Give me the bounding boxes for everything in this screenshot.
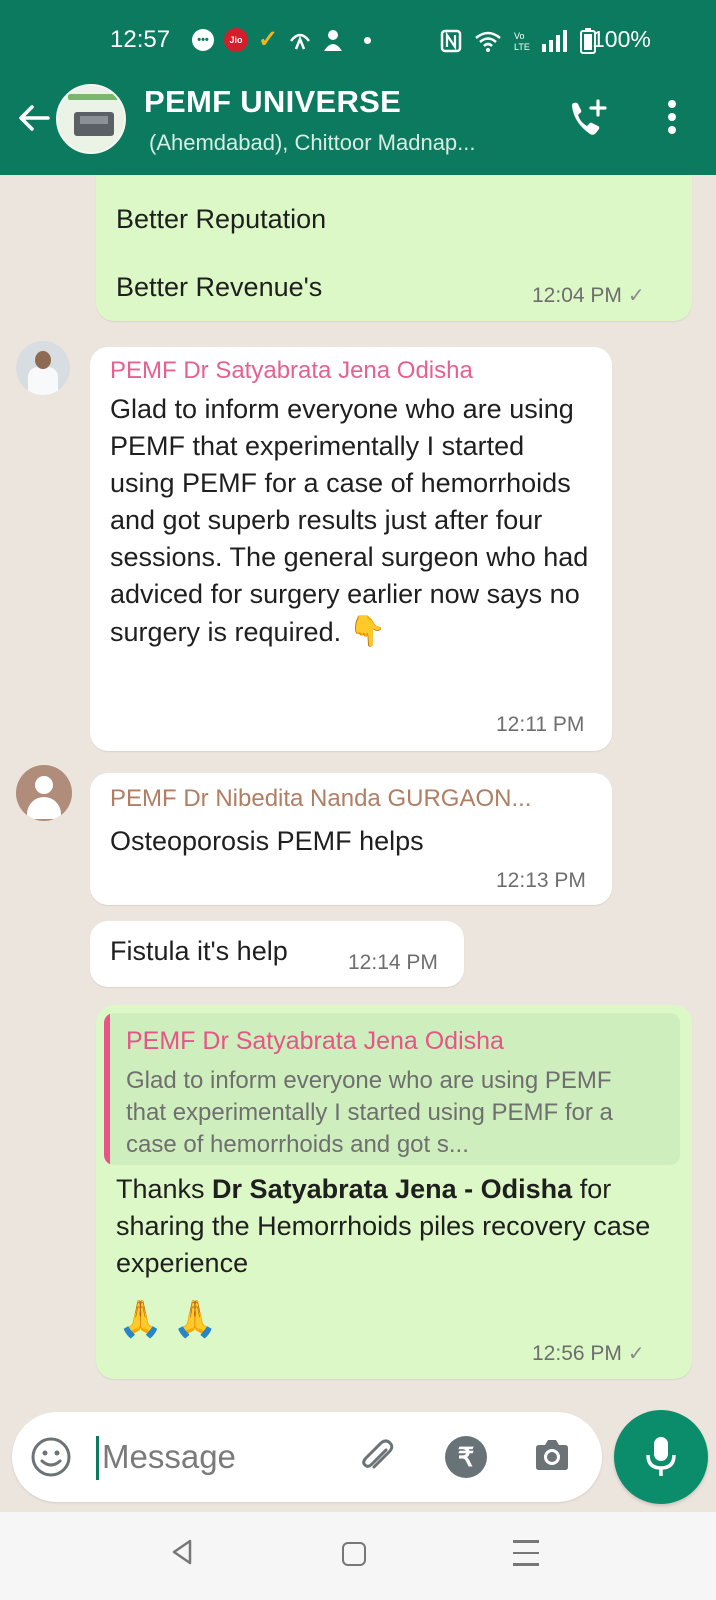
mentioned-name: Dr Satyabrata Jena - Odisha	[212, 1174, 573, 1204]
folded-hands-emoji: 🙏 🙏	[118, 1298, 218, 1339]
message-text: Thanks Dr Satyabrata Jena - Odisha for s…	[116, 1171, 656, 1282]
signal-icon	[542, 30, 567, 52]
message-text-prefix: Thanks	[116, 1174, 213, 1204]
voice-record-button[interactable]	[614, 1410, 708, 1504]
quoted-sender-name: PEMF Dr Satyabrata Jena Odisha	[126, 1027, 504, 1055]
back-arrow-icon[interactable]	[14, 98, 54, 138]
quoted-message[interactable]: PEMF Dr Satyabrata Jena Odisha Glad to i…	[104, 1013, 680, 1165]
sent-check-icon: ✓	[627, 1343, 645, 1365]
message-time: 12:11 PM	[496, 713, 585, 736]
message-bubble-incoming[interactable]: PEMF Dr Satyabrata Jena Odisha Glad to i…	[90, 347, 612, 751]
text-cursor	[96, 1436, 99, 1480]
message-text-line: Better Revenue's	[116, 272, 323, 302]
message-composer: ₹	[12, 1412, 602, 1502]
sender-name[interactable]: PEMF Dr Nibedita Nanda GURGAON...	[110, 785, 531, 813]
notification-icons: ••• Jio ✓	[192, 26, 372, 53]
svg-text:LTE: LTE	[514, 42, 530, 52]
message-time: 12:04 PM	[532, 284, 622, 307]
system-navigation-bar	[0, 1512, 716, 1600]
chat-header: PEMF UNIVERSE (Ahemdabad), Chittoor Madn…	[0, 78, 716, 173]
message-bubble-incoming[interactable]: PEMF Dr Nibedita Nanda GURGAON... Osteop…	[90, 773, 612, 905]
chat-notification-icon: •••	[192, 29, 214, 51]
system-icons: Vo LTE	[440, 28, 596, 54]
sender-avatar[interactable]	[16, 341, 70, 395]
checkmark-icon: ✓	[258, 26, 279, 53]
sent-check-icon: ✓	[627, 285, 645, 307]
wifi-icon	[475, 31, 501, 52]
hotspot-icon	[290, 33, 311, 50]
jio-icon: Jio	[224, 28, 248, 52]
nav-home-icon[interactable]	[342, 1542, 366, 1566]
group-members-subtitle[interactable]: (Ahemdabad), Chittoor Madnap...	[149, 130, 476, 156]
message-text-line: Better Reputation	[116, 204, 327, 234]
status-bar: 12:57 ••• Jio ✓ Vo LTE 100%	[0, 22, 716, 58]
message-bubble-outgoing[interactable]: Better Reputation Better Revenue's 12:04…	[96, 175, 692, 321]
nfc-icon	[440, 29, 462, 53]
quote-accent-bar	[104, 1013, 110, 1165]
attachment-icon[interactable]	[356, 1436, 398, 1478]
group-title[interactable]: PEMF UNIVERSE	[144, 84, 401, 120]
sender-name[interactable]: PEMF Dr Satyabrata Jena Odisha	[110, 357, 473, 385]
message-list[interactable]: Better Reputation Better Revenue's 12:04…	[0, 175, 716, 1405]
microphone-icon	[646, 1437, 676, 1476]
nav-recents-icon[interactable]	[513, 1540, 539, 1575]
message-bubble-incoming[interactable]: Fistula it's help 12:14 PM	[90, 921, 464, 987]
message-text: Fistula it's help	[110, 936, 288, 966]
status-time: 12:57	[110, 26, 171, 53]
message-bubble-outgoing[interactable]: PEMF Dr Satyabrata Jena Odisha Glad to i…	[96, 1005, 692, 1379]
message-text: Osteoporosis PEMF helps	[110, 826, 424, 856]
quoted-text: Glad to inform everyone who are using PE…	[126, 1067, 613, 1158]
message-time: 12:56 PM	[532, 1342, 622, 1365]
message-text-body: Glad to inform everyone who are using PE…	[110, 394, 589, 647]
emoji-icon[interactable]	[30, 1436, 72, 1478]
message-text: Glad to inform everyone who are using PE…	[110, 391, 590, 651]
payment-rupee-icon[interactable]: ₹	[445, 1436, 487, 1478]
top-app-bar: 12:57 ••• Jio ✓ Vo LTE 100% PEMF UNIVERSE…	[0, 0, 716, 175]
person-icon	[324, 30, 343, 51]
add-call-icon[interactable]	[565, 95, 611, 141]
message-time: 12:13 PM	[496, 869, 586, 892]
message-meta: 12:04 PM ✓	[532, 283, 645, 308]
default-avatar-icon[interactable]	[16, 765, 72, 821]
message-meta: 12:56 PM ✓	[532, 1341, 645, 1366]
volte-icon: VoLTE	[514, 31, 530, 52]
camera-icon[interactable]	[530, 1434, 574, 1478]
pointing-down-emoji: 👇	[348, 615, 386, 648]
message-input[interactable]	[102, 1432, 342, 1482]
message-time: 12:14 PM	[348, 951, 438, 974]
more-notifications-dot-icon	[364, 36, 372, 44]
nav-back-icon[interactable]	[170, 1538, 194, 1566]
group-avatar[interactable]	[56, 84, 126, 154]
battery-percentage: 100%	[592, 26, 651, 52]
svg-text:Vo: Vo	[514, 31, 525, 41]
more-options-icon[interactable]	[660, 96, 684, 140]
